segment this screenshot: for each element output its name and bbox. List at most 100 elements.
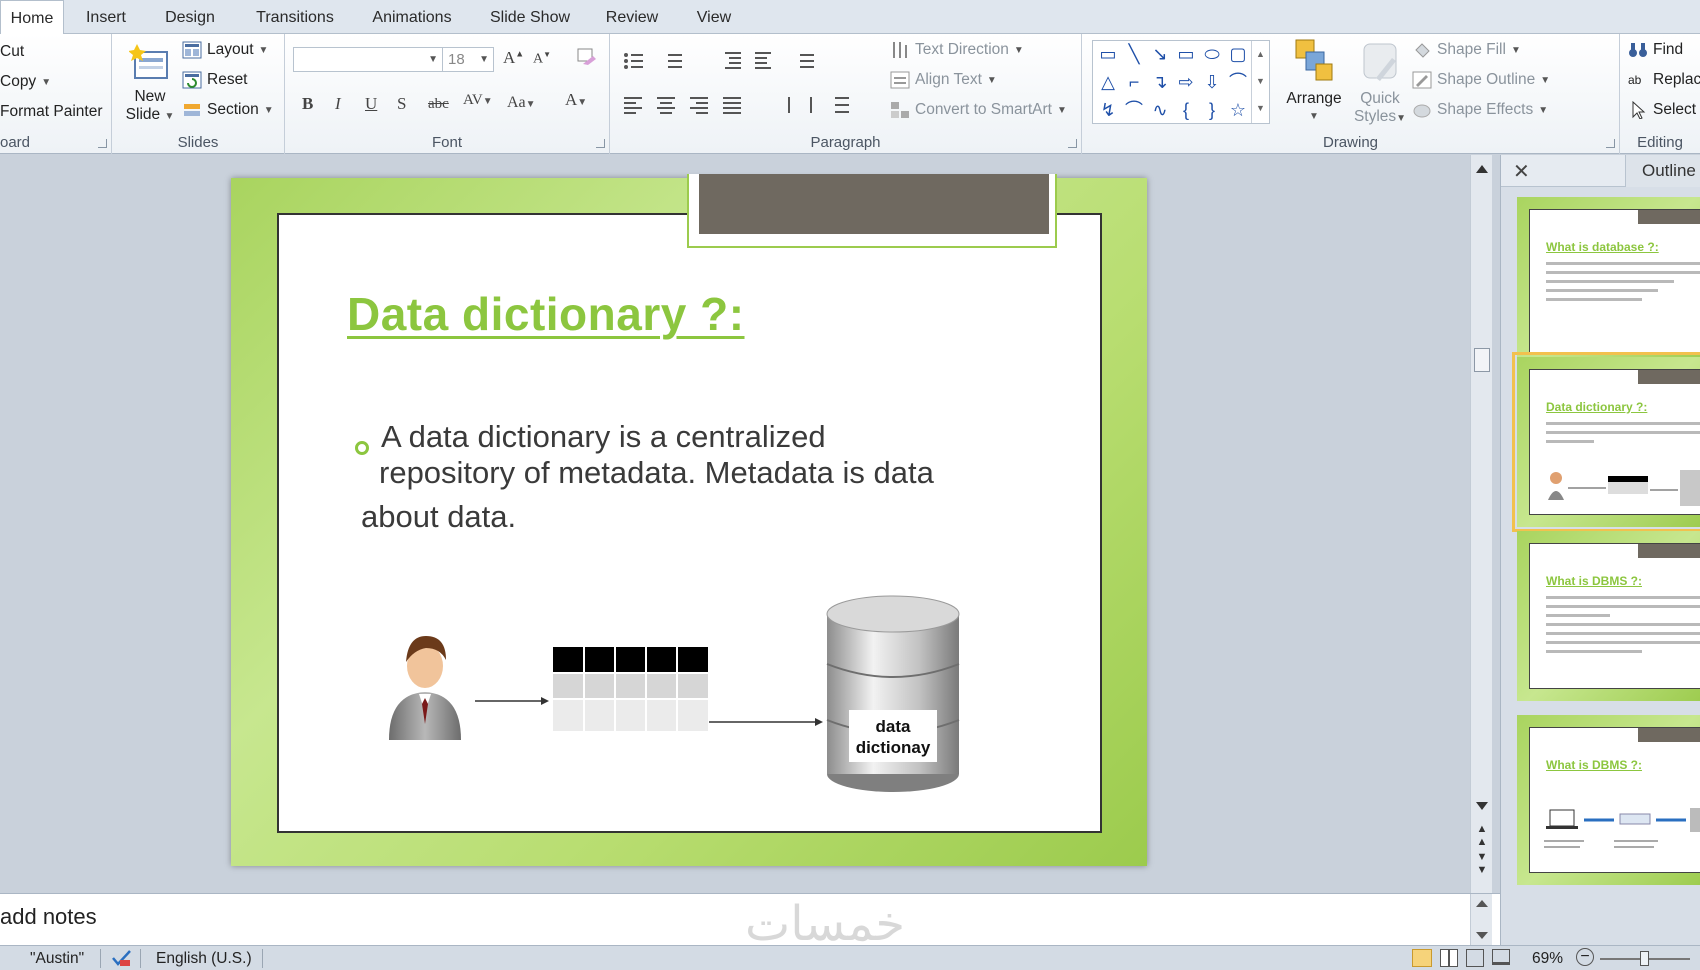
- zoom-level[interactable]: 69%: [1532, 950, 1563, 968]
- cut-button[interactable]: Cut: [0, 43, 24, 61]
- tab-home[interactable]: Home: [0, 0, 64, 35]
- tab-label: Review: [605, 9, 659, 26]
- body-text-line-1[interactable]: A data dictionary is a centralized: [381, 419, 826, 455]
- rectangle-shape-icon[interactable]: ▭: [1175, 43, 1197, 65]
- font-color-icon[interactable]: A▼: [565, 90, 587, 110]
- notes-scrollbar[interactable]: [1470, 894, 1492, 946]
- arrow-line-shape-icon[interactable]: ↘: [1149, 43, 1171, 65]
- language-indicator[interactable]: English (U.S.): [156, 950, 252, 968]
- slide-thumbnail-2[interactable]: Data dictionary ?:: [1512, 352, 1700, 532]
- slide-title[interactable]: Data dictionary ?:: [347, 287, 745, 341]
- reading-view-icon[interactable]: [1466, 949, 1484, 967]
- underline-icon[interactable]: U: [365, 94, 377, 114]
- slide-editing-area[interactable]: Data dictionary ?: A data dictionary is …: [0, 155, 1500, 893]
- tab-view[interactable]: View: [684, 0, 744, 34]
- slide-thumbnail-3[interactable]: What is DBMS ?:: [1517, 531, 1700, 701]
- text-direction-button[interactable]: Text Direction ▼: [890, 41, 1024, 59]
- data-dictionary-diagram[interactable]: data dictionay: [379, 580, 1019, 810]
- character-spacing-icon[interactable]: AV▼: [463, 92, 493, 109]
- slide-sorter-icon[interactable]: [1440, 949, 1458, 967]
- select-button[interactable]: Select▼: [1628, 100, 1700, 120]
- reset-button[interactable]: Reset: [182, 71, 248, 89]
- triangle-shape-icon[interactable]: △: [1097, 71, 1119, 93]
- arrange-button[interactable]: Arrange ▼: [1282, 38, 1346, 126]
- rounded-rectangle-shape-icon[interactable]: ▢: [1227, 43, 1249, 65]
- shrink-font-icon[interactable]: A▼: [533, 50, 551, 68]
- tab-insert[interactable]: Insert: [74, 0, 138, 34]
- oval-shape-icon[interactable]: ⬭: [1201, 43, 1223, 65]
- shape-outline-button[interactable]: Shape Outline ▼: [1412, 71, 1550, 89]
- textbox-shape-icon[interactable]: ▭: [1097, 43, 1119, 65]
- change-case-icon[interactable]: Aa▼: [507, 94, 536, 112]
- copy-button[interactable]: Copy ▼: [0, 73, 51, 91]
- elbow-connector-shape-icon[interactable]: ⌐: [1123, 71, 1145, 93]
- scroll-down-icon[interactable]: [1476, 932, 1488, 939]
- right-arrow-shape-icon[interactable]: ⇨: [1175, 71, 1197, 93]
- shape-effects-button[interactable]: Shape Effects ▼: [1412, 101, 1548, 119]
- freeform-shape-icon[interactable]: ⌒: [1227, 71, 1249, 93]
- notes-pane[interactable]: add notes خمسات: [0, 893, 1500, 952]
- font-name-combo[interactable]: ▼: [293, 47, 443, 72]
- slide-show-icon[interactable]: [1492, 949, 1510, 965]
- down-arrow-shape-icon[interactable]: ⇩: [1201, 71, 1223, 93]
- zoom-slider-thumb[interactable]: [1640, 951, 1649, 966]
- align-text-button[interactable]: Align Text ▼: [890, 71, 997, 89]
- tab-design[interactable]: Design: [154, 0, 226, 34]
- curve-shape-icon[interactable]: ↯: [1097, 99, 1119, 121]
- format-painter-button[interactable]: Format Painter: [0, 103, 103, 121]
- dialog-launcher-icon[interactable]: [98, 139, 107, 148]
- bold-icon[interactable]: B: [302, 94, 313, 114]
- scroll-up-icon[interactable]: [1476, 165, 1488, 173]
- right-brace-shape-icon[interactable]: }: [1201, 99, 1223, 121]
- tab-review[interactable]: Review: [596, 0, 668, 34]
- replace-button[interactable]: ab Replace: [1628, 71, 1700, 89]
- tab-slide-show[interactable]: Slide Show: [482, 0, 578, 34]
- italic-icon[interactable]: I: [335, 94, 341, 114]
- line-shape-icon[interactable]: ╲: [1123, 43, 1145, 65]
- dialog-launcher-icon[interactable]: [1606, 139, 1615, 148]
- notes-placeholder[interactable]: add notes: [0, 904, 97, 930]
- new-slide-button[interactable]: New Slide ▼: [124, 42, 176, 126]
- scroll-up-icon[interactable]: [1476, 900, 1488, 907]
- slide-thumbnail-4[interactable]: What is DBMS ?:: [1517, 715, 1700, 885]
- dialog-launcher-icon[interactable]: [596, 139, 605, 148]
- slide-thumbnail-1[interactable]: What is database ?:: [1517, 197, 1700, 367]
- clear-formatting-icon[interactable]: [575, 46, 597, 73]
- tab-animations[interactable]: Animations: [362, 0, 462, 34]
- tab-outline[interactable]: Outline: [1625, 155, 1700, 187]
- close-icon[interactable]: ✕: [1513, 159, 1530, 184]
- strikethrough-icon[interactable]: abc: [428, 96, 449, 113]
- gallery-scroll[interactable]: ▲ ▼ ▼: [1251, 41, 1269, 123]
- slide-vertical-scrollbar[interactable]: ▲ ▲ ▼ ▼: [1470, 155, 1492, 893]
- elbow-arrow-shape-icon[interactable]: ↴: [1149, 71, 1171, 93]
- spell-check-icon[interactable]: [110, 948, 134, 970]
- tab-transitions[interactable]: Transitions: [245, 0, 345, 34]
- body-text-line-3[interactable]: about data.: [361, 499, 516, 535]
- star-shape-icon[interactable]: ☆: [1227, 99, 1249, 121]
- previous-slide-icon[interactable]: ▲ ▲: [1474, 823, 1490, 851]
- layout-button[interactable]: Layout ▼: [182, 41, 268, 59]
- shape-effects-label: Shape Effects: [1437, 101, 1534, 118]
- shapes-gallery[interactable]: ▭ ╲ ↘ ▭ ⬭ ▢ △ ⌐ ↴ ⇨ ⇩ ⌒ ↯ ⌒ ∿ { } ☆ ▲ ▼ ▼: [1092, 40, 1270, 124]
- slide-canvas[interactable]: Data dictionary ?: A data dictionary is …: [231, 174, 1147, 866]
- dialog-launcher-icon[interactable]: [1068, 139, 1077, 148]
- shadow-icon[interactable]: S: [397, 94, 406, 114]
- zoom-out-icon[interactable]: −: [1576, 948, 1594, 966]
- arc-shape-icon[interactable]: ⌒: [1123, 99, 1145, 121]
- theme-name[interactable]: "Austin": [30, 950, 84, 968]
- slides-thumbnail-panel: ✕ Outline What is database ?: Data dicti…: [1500, 155, 1700, 945]
- font-size-combo[interactable]: 18 ▼: [442, 47, 494, 72]
- quick-styles-button[interactable]: Quick Styles▼: [1350, 38, 1410, 128]
- shape-fill-button[interactable]: Shape Fill ▼: [1412, 41, 1521, 59]
- section-button[interactable]: Section ▼: [182, 101, 274, 119]
- scroll-thumb[interactable]: [1474, 348, 1490, 372]
- grow-font-icon[interactable]: A▲: [503, 48, 524, 68]
- normal-view-icon[interactable]: [1412, 949, 1432, 967]
- left-brace-shape-icon[interactable]: {: [1175, 99, 1197, 121]
- convert-smartart-button[interactable]: Convert to SmartArt ▼: [890, 101, 1067, 119]
- find-button[interactable]: Find: [1628, 41, 1683, 59]
- body-text-line-2[interactable]: repository of metadata. Metadata is data: [379, 455, 934, 491]
- next-slide-icon[interactable]: ▼ ▼: [1474, 851, 1490, 879]
- wave-shape-icon[interactable]: ∿: [1149, 99, 1171, 121]
- scroll-down-icon[interactable]: [1476, 802, 1488, 810]
